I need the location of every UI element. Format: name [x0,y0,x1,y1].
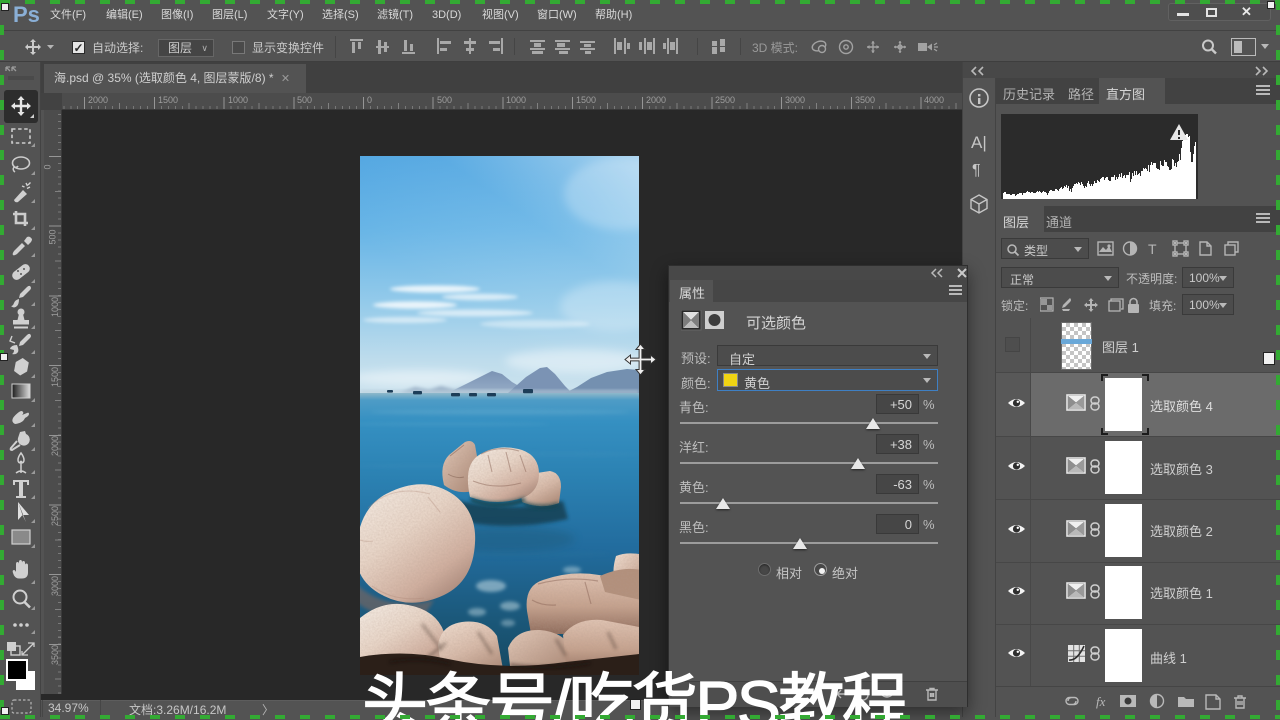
svg-text:¶: ¶ [972,162,981,179]
svg-text:fx: fx [1096,694,1106,709]
svg-text:A|: A| [971,133,987,152]
svg-text:T: T [1148,241,1157,257]
